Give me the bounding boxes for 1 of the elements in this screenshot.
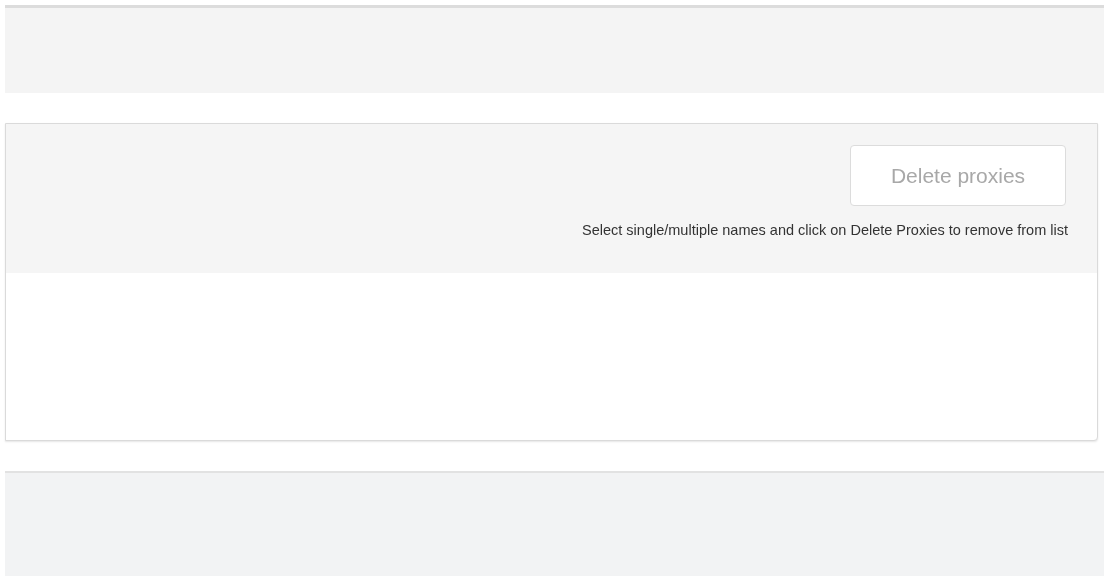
- hint-text: Select single/multiple names and click on Delete Proxies to remove from list: [582, 221, 1068, 240]
